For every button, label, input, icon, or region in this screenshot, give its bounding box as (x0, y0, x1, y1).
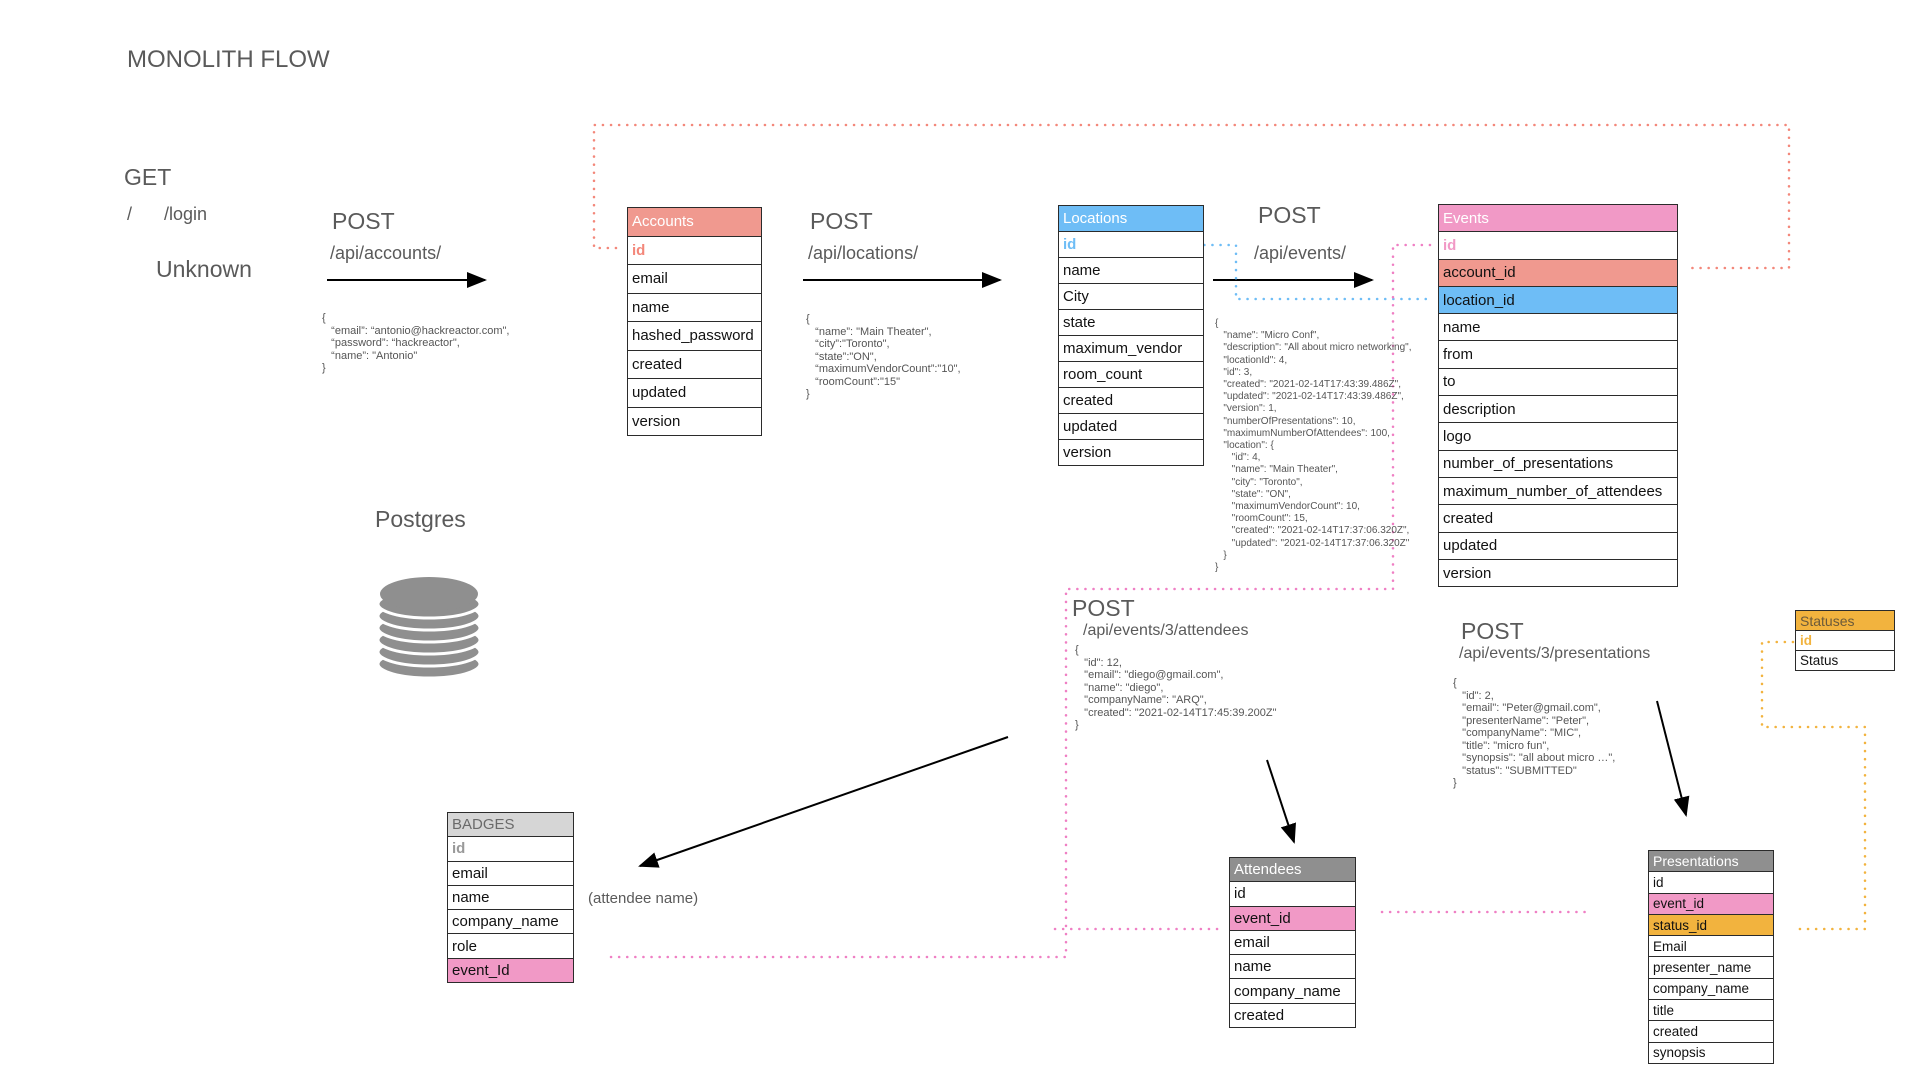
events-field-maximum_number_of_attendees: maximum_number_of_attendees (1438, 476, 1678, 506)
database-icon (376, 577, 482, 680)
presentations-field-event_id: event_id (1648, 892, 1774, 915)
table-badges: BADGES id email name company_name role event_I… (447, 811, 574, 984)
events-field-created: created (1438, 504, 1678, 533)
events-field-account_id: account_id (1438, 258, 1678, 287)
attendees-field-email: email (1229, 929, 1356, 956)
locations-field-version: version (1058, 439, 1204, 466)
route-root: / (127, 204, 133, 224)
accounts-field-id: id (627, 235, 762, 265)
presentations-field-status_id: status_id (1648, 913, 1774, 937)
route-login: /login (164, 204, 208, 224)
badges-field-role: role (447, 933, 574, 959)
attendees-field-name: name (1229, 954, 1356, 980)
locations-field-created: created (1058, 387, 1204, 414)
events-field-number_of_presentations: number_of_presentations (1438, 449, 1678, 478)
accounts-field-version: version (627, 406, 762, 436)
presentations-field-email: Email (1648, 935, 1774, 958)
events-field-version: version (1438, 558, 1678, 588)
statuses-field-status: Status (1795, 650, 1895, 671)
presentations-field-created: created (1648, 1020, 1774, 1043)
accounts-field-email: email (627, 264, 762, 294)
table-locations: Locations id name City state maximum_vendor ro… (1058, 205, 1204, 466)
accounts-field-updated: updated (627, 378, 762, 408)
badges-note: (attendee name) (588, 890, 699, 907)
attendees-request-body: { "id": 12, "email": "diego@gmail.com", … (1075, 644, 1277, 731)
locations-field-maximum_vendor: maximum_vendor (1058, 335, 1204, 362)
events-field-to: to (1438, 367, 1678, 397)
locations-field-room_count: room_count (1058, 361, 1204, 388)
events-field-location_id: location_id (1438, 285, 1678, 315)
locations-table-header: Locations (1058, 205, 1204, 232)
events-field-logo: logo (1438, 422, 1678, 451)
locations-field-id: id (1058, 231, 1204, 258)
locations-request-body: { “name”: "Main Theater", “city”:"Toront… (806, 313, 961, 400)
presentations-request-body: { "id": 2, "email": "Peter@gmail.com", "… (1453, 677, 1616, 789)
locations-method: POST (810, 208, 873, 234)
presentations-field-company_name: company_name (1648, 977, 1774, 1001)
attendees-field-id: id (1229, 881, 1356, 907)
arrow-badges (638, 736, 1009, 868)
presentations-field-presenter_name: presenter_name (1648, 956, 1774, 979)
presentations-field-title: title (1648, 999, 1774, 1022)
attendees-table-header: Attendees (1229, 856, 1356, 883)
locations-field-state: state (1058, 309, 1204, 336)
events-field-name: name (1438, 313, 1678, 342)
presentations-table-header: Presentations (1648, 849, 1774, 873)
badges-field-id: id (447, 836, 574, 862)
attendees-field-event_id: event_id (1229, 905, 1356, 931)
events-field-description: description (1438, 395, 1678, 424)
events-method: POST (1258, 202, 1321, 228)
postgres-label: Postgres (375, 506, 466, 532)
table-events: Events id account_id location_id name from to d… (1438, 203, 1678, 588)
events-field-from: from (1438, 340, 1678, 369)
statuses-field-id: id (1795, 630, 1895, 651)
badges-field-event_id: event_Id (447, 957, 574, 984)
events-path: /api/events/ (1254, 243, 1347, 263)
table-presentations: Presentations id event_id status_id Email pre… (1648, 849, 1774, 1064)
attendees-path: /api/events/3/attendees (1083, 622, 1249, 639)
badges-field-name: name (447, 884, 574, 911)
badges-table-header: BADGES (447, 811, 574, 838)
accounts-field-created: created (627, 349, 762, 379)
table-statuses: Statuses id Status (1795, 610, 1895, 671)
presentations-method: POST (1461, 618, 1524, 644)
table-attendees: Attendees id event_id email name company_name… (1229, 856, 1356, 1029)
arrow-presentations (1656, 700, 1690, 817)
statuses-table-header: Statuses (1795, 610, 1895, 631)
accounts-field-hashed_password: hashed_password (627, 321, 762, 351)
locations-field-updated: updated (1058, 413, 1204, 440)
accounts-path: /api/accounts/ (330, 243, 442, 263)
attendees-method: POST (1072, 595, 1135, 621)
presentations-field-id: id (1648, 871, 1774, 894)
events-field-id: id (1438, 231, 1678, 260)
accounts-request-body: { “email”: “antonio@hackreactor.com", “p… (322, 312, 510, 374)
table-accounts: Accounts id email name hashed_password create… (627, 207, 762, 436)
accounts-table-header: Accounts (627, 207, 762, 237)
accounts-method: POST (332, 208, 395, 234)
diagram-title: MONOLITH FLOW (127, 46, 330, 73)
relation-statuses-presentations (1760, 640, 1867, 931)
accounts-field-name: name (627, 292, 762, 322)
get-method-label: GET (124, 164, 172, 190)
attendees-field-created: created (1229, 1002, 1356, 1029)
locations-field-city: City (1058, 283, 1204, 310)
unknown-label: Unknown (156, 256, 252, 282)
badges-field-company_name: company_name (447, 909, 574, 935)
locations-field-name: name (1058, 257, 1204, 284)
presentations-path: /api/events/3/presentations (1459, 645, 1651, 662)
locations-path: /api/locations/ (808, 243, 919, 263)
events-field-updated: updated (1438, 531, 1678, 560)
events-table-header: Events (1438, 203, 1678, 233)
events-request-body: { "name": "Micro Conf", "description": "… (1215, 318, 1412, 574)
arrow-attendees (1266, 759, 1296, 844)
attendees-field-company_name: company_name (1229, 978, 1356, 1004)
badges-field-email: email (447, 860, 574, 886)
presentations-field-synopsis: synopsis (1648, 1041, 1774, 1064)
